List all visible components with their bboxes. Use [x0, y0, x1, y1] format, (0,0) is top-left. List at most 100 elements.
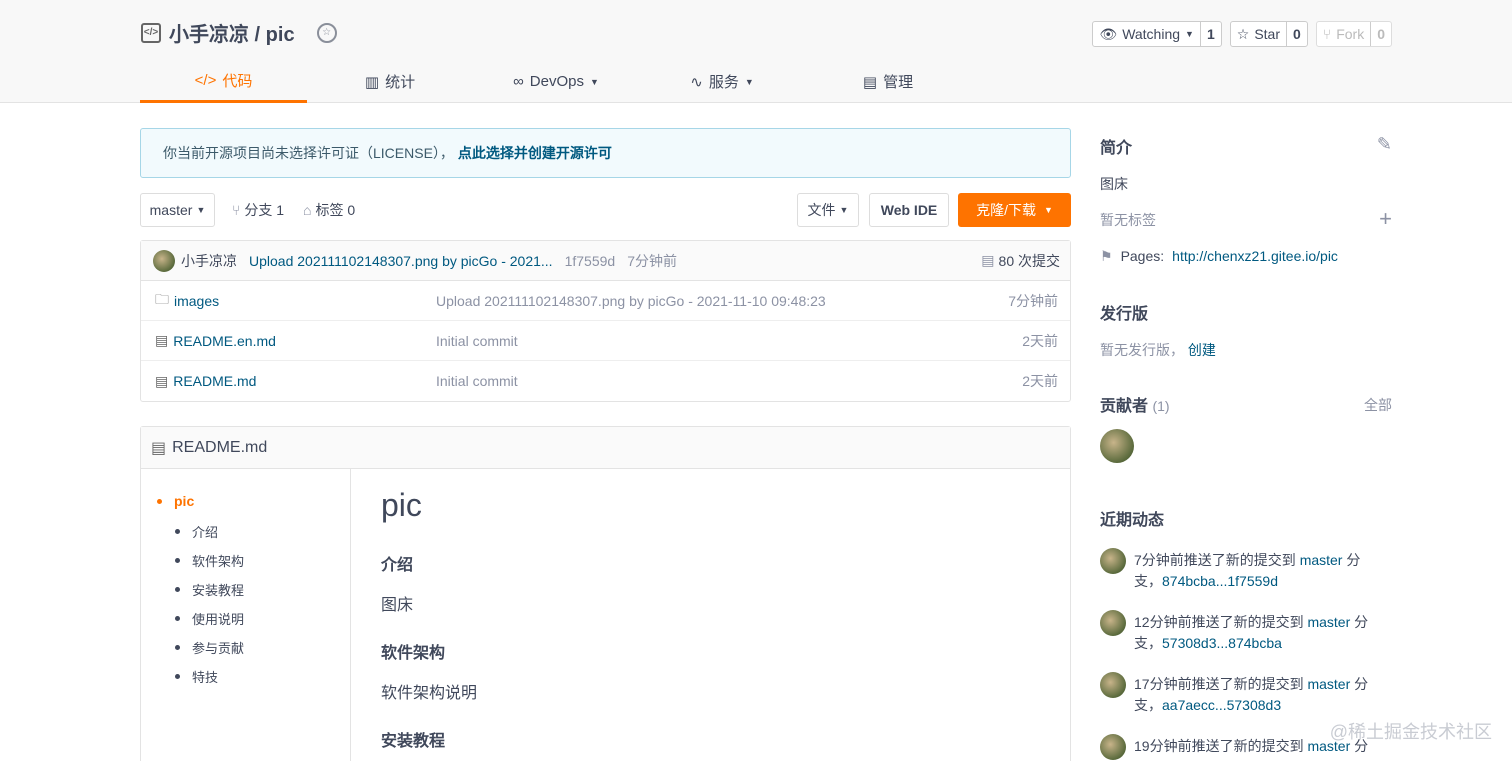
tab-services[interactable]: ∿ 服务 ▼ — [639, 60, 805, 103]
activity-line: 17分钟前推送了新的提交到 master 分 — [1134, 674, 1368, 694]
web-ide-button[interactable]: Web IDE — [869, 193, 949, 227]
avatar[interactable] — [153, 249, 175, 272]
bookmark-icon: ⚑ — [1100, 248, 1113, 264]
contributors-label: 贡献者 — [1100, 398, 1149, 415]
fork-button[interactable]: ⑂ Fork 0 — [1315, 21, 1392, 47]
no-release-text: 暂无发行版， — [1100, 342, 1184, 358]
activity-range-link[interactable]: aa7aecc...57308d3 — [1162, 697, 1281, 713]
all-contributors-link[interactable]: 全部 — [1364, 395, 1392, 415]
activity-text: 12分钟前推送了新的提交到 — [1134, 614, 1308, 630]
watch-button[interactable]: 👁 Watching ▼ 1 — [1092, 21, 1222, 47]
tags-link[interactable]: ⌂ 标签 0 — [303, 193, 355, 227]
create-release-link[interactable]: 创建 — [1188, 342, 1216, 358]
toc-item-pic[interactable]: pic — [157, 493, 194, 509]
commit-author[interactable]: 小手凉凉 — [181, 251, 237, 271]
file-link[interactable]: ▤ README.md — [155, 373, 256, 390]
caret-down-icon: ▼ — [589, 76, 599, 87]
intro-title: 简介 — [1100, 140, 1133, 157]
file-link[interactable]: ▤ README.en.md — [155, 332, 276, 349]
caret-down-icon: ▼ — [1185, 29, 1194, 39]
activity-branch-link[interactable]: master — [1307, 614, 1350, 630]
bullet-icon — [157, 498, 162, 504]
watch-label-wrap[interactable]: 👁 Watching ▼ — [1093, 22, 1201, 46]
toc-item[interactable]: 介绍 — [175, 522, 218, 541]
document-icon: ▤ — [981, 252, 995, 268]
file-time: 7分钟前 — [1008, 292, 1058, 309]
bullet-icon — [175, 558, 180, 563]
file-link[interactable]: 🗀 images — [155, 289, 219, 313]
avatar[interactable] — [1100, 672, 1126, 698]
fork-icon: ⑂ — [1322, 26, 1332, 42]
file-commit-message[interactable]: Upload 202111102148307.png by picGo - 20… — [436, 293, 826, 309]
caret-down-icon: ▼ — [1043, 205, 1053, 215]
edit-icon[interactable]: ✎ — [1377, 134, 1392, 155]
star-label-wrap[interactable]: ☆ Star — [1231, 22, 1287, 46]
toc-item[interactable]: 安装教程 — [175, 580, 244, 599]
tab-code-label: 代码 — [222, 72, 253, 90]
toc-item[interactable]: 特技 — [175, 667, 218, 686]
release-title: 发行版 — [1100, 306, 1149, 323]
activity-range-link[interactable]: 874bcba...1f7559d — [1162, 573, 1278, 589]
file-name: README.en.md — [173, 332, 276, 349]
tab-manage[interactable]: ▤ 管理 — [805, 60, 971, 103]
toc-item-label: 使用说明 — [192, 612, 245, 627]
commit-message[interactable]: Upload 202111102148307.png by picGo - 20… — [249, 253, 553, 269]
repo-toolbar: master ▼ ⑂ 分支 1 ⌂ 标签 0 文件 ▼ Web IDE 克隆/下… — [140, 193, 1071, 228]
repo-title-link[interactable]: 小手凉凉 / pic — [169, 18, 295, 47]
toc-item[interactable]: 参与贡献 — [175, 638, 244, 657]
pages-label: Pages: — [1120, 248, 1165, 264]
bullet-icon — [175, 587, 180, 592]
activity-text: 支， — [1134, 635, 1162, 651]
file-time: 2天前 — [1022, 332, 1058, 349]
table-row: ▤ README.md Initial commit 2天前 — [141, 361, 1070, 401]
document-icon: ▤ — [151, 439, 167, 457]
tab-stats[interactable]: ▥ 统计 — [307, 60, 473, 103]
fork-count[interactable]: 0 — [1371, 22, 1391, 46]
table-row: ▤ README.en.md Initial commit 2天前 — [141, 321, 1070, 361]
activity-branch-link[interactable]: master — [1307, 676, 1350, 692]
file-menu-button[interactable]: 文件 ▼ — [797, 193, 859, 227]
readme-panel: ▤ README.md pic 介绍 软件架构 安装教程 使用说明 参与贡献 特… — [140, 426, 1071, 761]
watch-count[interactable]: 1 — [1201, 22, 1221, 46]
activity-range-link[interactable]: 57308d3...874bcba — [1162, 635, 1282, 651]
toc-item[interactable]: 软件架构 — [175, 551, 244, 570]
toc-item-label: pic — [174, 493, 195, 509]
pages-url-link[interactable]: http://chenxz21.gitee.io/pic — [1172, 248, 1338, 265]
create-license-link[interactable]: 点此选择并创建开源许可 — [458, 145, 612, 161]
avatar[interactable] — [1100, 734, 1126, 760]
activity-branch-link[interactable]: master — [1300, 552, 1343, 568]
tab-devops[interactable]: ∞ DevOps ▼ — [473, 60, 639, 103]
activity-text: 17分钟前推送了新的提交到 — [1134, 676, 1308, 692]
file-icon: ▤ — [155, 372, 169, 389]
intro-text: 图床 — [1100, 176, 1128, 192]
star-count[interactable]: 0 — [1287, 22, 1307, 46]
star-icon: ☆ — [1236, 25, 1250, 42]
activity-line: 支，57308d3...874bcba — [1134, 633, 1282, 653]
activity-text: 支， — [1134, 573, 1162, 589]
activity-text: 分 — [1342, 552, 1361, 568]
tab-stats-label: 统计 — [385, 74, 416, 91]
avatar[interactable] — [1100, 610, 1126, 636]
toc-item[interactable]: 使用说明 — [175, 609, 244, 628]
tag-icon: ⌂ — [303, 202, 312, 218]
commit-count-link[interactable]: ▤ 80 次提交 — [981, 251, 1060, 271]
star-label: Star — [1254, 26, 1280, 42]
file-commit-message[interactable]: Initial commit — [436, 333, 518, 349]
caret-down-icon: ▼ — [839, 205, 849, 215]
file-commit-message[interactable]: Initial commit — [436, 373, 518, 389]
tab-code[interactable]: </> 代码 — [140, 60, 307, 103]
bullet-icon — [175, 616, 180, 621]
branch-select[interactable]: master ▼ — [140, 193, 215, 227]
infinity-icon: ∞ — [513, 73, 524, 90]
fork-label-wrap[interactable]: ⑂ Fork — [1317, 22, 1372, 46]
add-tag-icon[interactable]: + — [1379, 206, 1392, 232]
commit-sha[interactable]: 1f7559d — [565, 253, 616, 269]
avatar[interactable] — [1100, 548, 1126, 574]
activity-title: 近期动态 — [1100, 512, 1165, 529]
clone-download-button[interactable]: 克隆/下载 ▼ — [958, 193, 1071, 227]
star-button[interactable]: ☆ Star 0 — [1229, 21, 1308, 47]
branches-link[interactable]: ⑂ 分支 1 — [232, 193, 284, 227]
recommend-badge-icon[interactable]: ☆ — [316, 22, 337, 43]
fork-label: Fork — [1336, 26, 1365, 42]
avatar[interactable] — [1100, 429, 1134, 463]
